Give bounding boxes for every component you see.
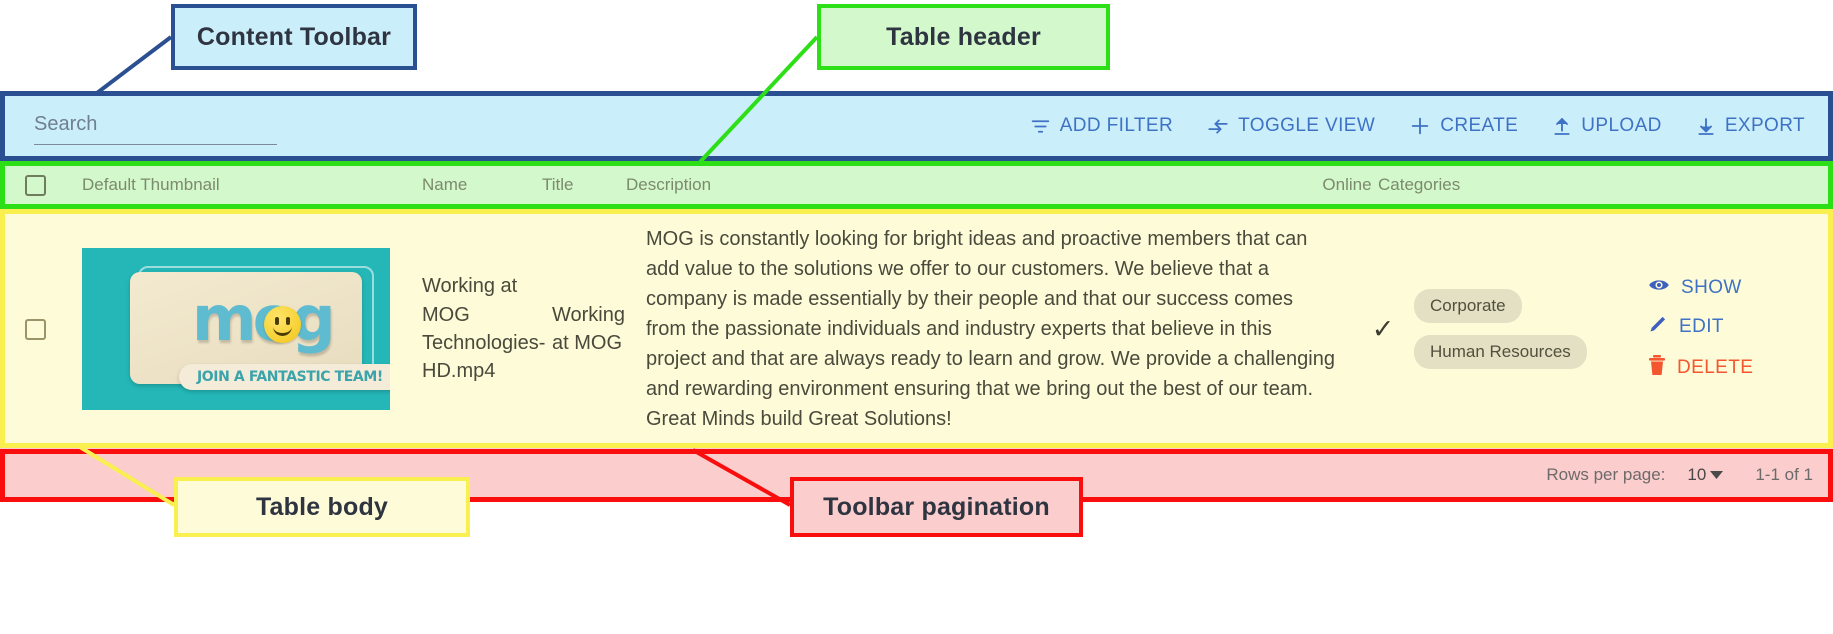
smiley-icon — [264, 306, 301, 343]
show-label: SHOW — [1681, 276, 1742, 298]
create-label: CREATE — [1440, 115, 1519, 136]
toggle-view-icon — [1207, 116, 1229, 137]
add-filter-button[interactable]: ADD FILTER — [1028, 111, 1175, 141]
create-button[interactable]: CREATE — [1407, 111, 1520, 141]
row-select-checkbox[interactable] — [24, 318, 46, 340]
rows-per-page-select[interactable]: 10 — [1687, 464, 1724, 485]
row-select-cell — [0, 318, 70, 340]
pagination-range-label: 1-1 of 1 — [1755, 464, 1813, 484]
leader-line-content-toolbar — [95, 35, 173, 95]
pencil-icon — [1648, 314, 1668, 340]
select-all-cell — [0, 174, 70, 196]
upload-icon — [1552, 116, 1572, 137]
cell-online: ✓ — [1352, 313, 1414, 344]
edit-button[interactable]: EDIT — [1648, 314, 1724, 340]
eye-icon — [1648, 277, 1670, 299]
upload-label: UPLOAD — [1581, 115, 1662, 136]
rows-per-page-value: 10 — [1687, 464, 1707, 484]
category-chip-human-resources[interactable]: Human Resources — [1414, 335, 1587, 369]
thumbnail-image[interactable]: mog JOIN A FANTASTIC TEAM! — [82, 248, 390, 410]
delete-button[interactable]: DELETE — [1648, 354, 1754, 382]
toggle-view-label: TOGGLE VIEW — [1238, 115, 1376, 136]
select-all-checkbox[interactable] — [24, 174, 46, 196]
column-header-categories[interactable]: Categories — [1378, 175, 1578, 195]
search-field-wrapper — [34, 107, 277, 145]
upload-button[interactable]: UPLOAD — [1550, 111, 1664, 141]
rows-per-page-group: Rows per page: 10 — [1546, 464, 1724, 485]
column-header-description[interactable]: Description — [626, 175, 1316, 195]
search-input[interactable] — [34, 113, 277, 145]
trash-icon — [1648, 354, 1666, 382]
download-icon — [1696, 116, 1716, 137]
filter-icon — [1030, 116, 1051, 137]
callout-table-body: Table body — [174, 477, 470, 537]
export-button[interactable]: EXPORT — [1694, 111, 1807, 141]
cell-categories: Corporate Human Resources — [1414, 289, 1614, 369]
add-filter-label: ADD FILTER — [1059, 115, 1174, 136]
category-chip-corporate[interactable]: Corporate — [1414, 289, 1522, 323]
column-header-thumbnail[interactable]: Default Thumbnail — [70, 175, 422, 195]
cell-title: Working at MOG — [552, 303, 625, 354]
show-button[interactable]: SHOW — [1648, 277, 1742, 299]
edit-label: EDIT — [1679, 315, 1724, 337]
toolbar-actions: ADD FILTER TOGGLE VIEW CREATE UPLOAD EXP… — [1028, 111, 1821, 141]
callout-table-header: Table header — [817, 4, 1110, 70]
content-area: ADD FILTER TOGGLE VIEW CREATE — [0, 91, 1833, 502]
thumbnail-ribbon-text: JOIN A FANTASTIC TEAM! — [179, 364, 390, 390]
table-header: Default Thumbnail Name Title Description… — [0, 161, 1833, 209]
table-body: mog JOIN A FANTASTIC TEAM! Working at MO… — [0, 209, 1833, 448]
callout-toolbar-pagination: Toolbar pagination — [790, 477, 1083, 537]
cell-description: MOG is constantly looking for bright ide… — [646, 228, 1335, 430]
column-header-online[interactable]: Online — [1316, 175, 1378, 195]
cell-thumbnail: mog JOIN A FANTASTIC TEAM! — [70, 248, 422, 410]
table-row[interactable]: mog JOIN A FANTASTIC TEAM! Working at MO… — [0, 209, 1833, 448]
check-icon: ✓ — [1371, 313, 1395, 344]
toggle-view-button[interactable]: TOGGLE VIEW — [1205, 111, 1377, 141]
thumbnail-logo-text: mog — [192, 282, 336, 355]
content-toolbar: ADD FILTER TOGGLE VIEW CREATE — [0, 91, 1833, 161]
chevron-down-icon — [1710, 465, 1724, 485]
column-header-name[interactable]: Name — [422, 175, 542, 195]
callout-content-toolbar: Content Toolbar — [171, 4, 417, 70]
plus-icon — [1409, 115, 1431, 137]
export-label: EXPORT — [1724, 115, 1805, 136]
rows-per-page-label: Rows per page: — [1546, 464, 1666, 484]
cell-actions: SHOW EDIT DELETE — [1614, 277, 1833, 382]
column-header-title[interactable]: Title — [542, 175, 626, 195]
delete-label: DELETE — [1677, 357, 1754, 378]
cell-name: Working at MOG Technologies-HD.mp4 — [422, 275, 546, 383]
